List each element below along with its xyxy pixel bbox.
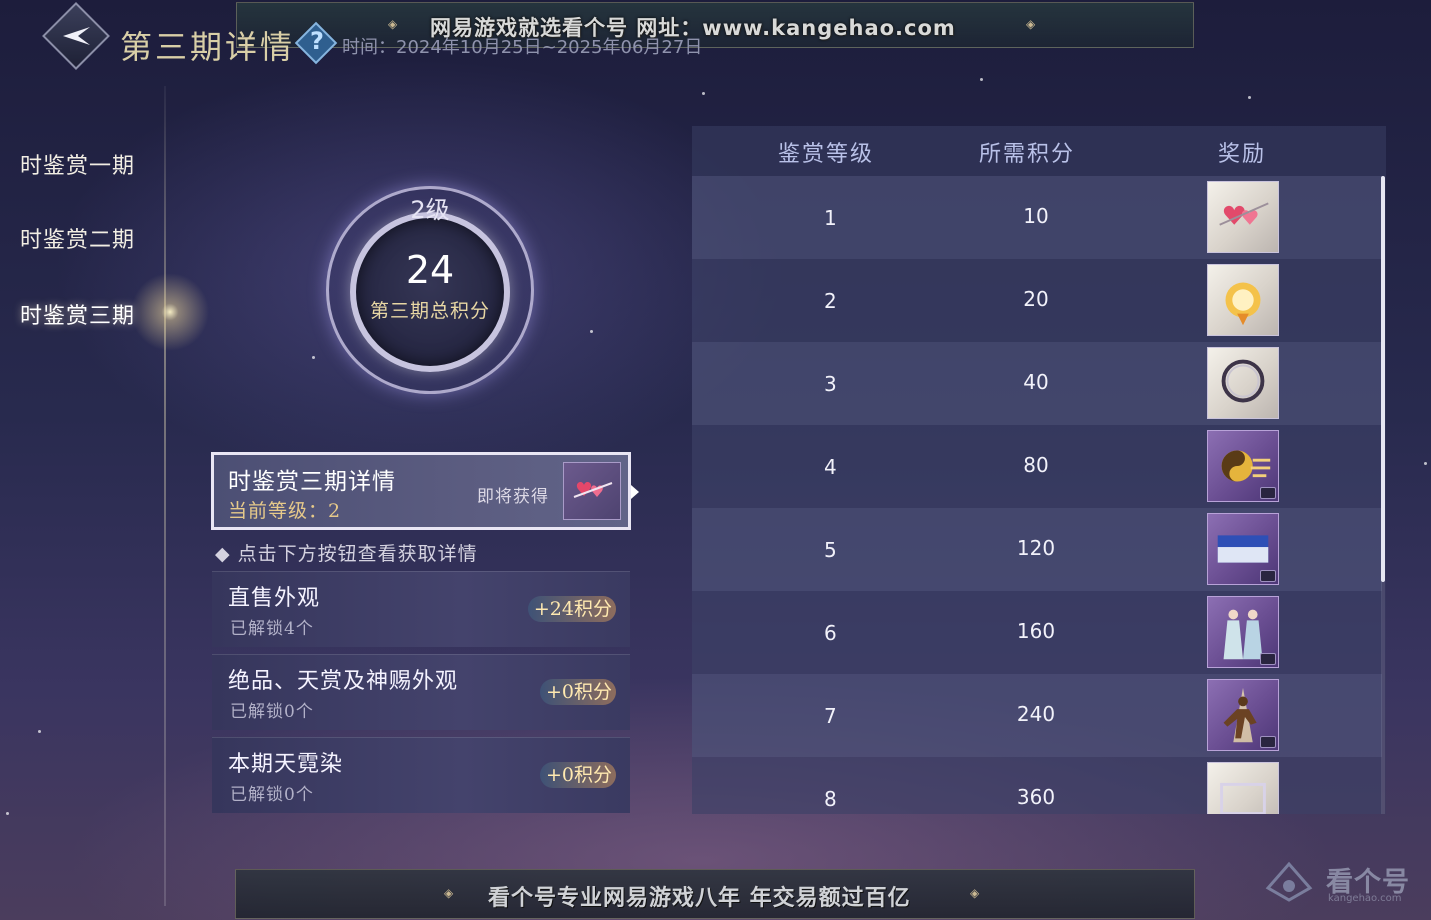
ring-frame-icon bbox=[1221, 359, 1265, 403]
title-badge-icon bbox=[1225, 282, 1261, 326]
lock-corner-icon bbox=[1260, 487, 1276, 499]
sidebar-item-period-1[interactable]: 时鉴赏一期 bbox=[20, 148, 135, 180]
appreciation-level: 2级 bbox=[410, 196, 450, 224]
period-time: 时间：2024年10月25日~2025年06月27日 bbox=[342, 37, 703, 58]
bottom-watermark-text: 看个号专业网易游戏八年 年交易额过百亿 bbox=[488, 886, 911, 911]
banner-ornament-left: ◈ bbox=[388, 17, 398, 31]
row-level: 8 bbox=[824, 787, 837, 811]
row-points: 240 bbox=[1016, 702, 1056, 726]
sidebar-item-period-2[interactable]: 时鉴赏二期 bbox=[20, 222, 135, 254]
total-score: 24 bbox=[405, 248, 455, 292]
reward-item[interactable] bbox=[1207, 347, 1279, 419]
source-points-badge: +0积分 bbox=[539, 679, 616, 705]
row-points: 10 bbox=[1023, 204, 1049, 228]
row-points: 40 bbox=[1023, 370, 1049, 394]
reward-item[interactable] bbox=[1207, 513, 1279, 585]
source-card-direct-sale[interactable]: 直售外观 已解锁4个 +24积分 bbox=[212, 571, 630, 647]
source-points-badge: +0积分 bbox=[539, 762, 616, 788]
card-arrow-icon bbox=[631, 485, 639, 499]
table-row: 2 20 bbox=[692, 259, 1382, 342]
lock-corner-icon bbox=[1260, 736, 1276, 748]
source-unlocked: 已解锁4个 bbox=[230, 619, 314, 639]
table-scrollbar-thumb[interactable] bbox=[1381, 176, 1385, 582]
source-card-premium[interactable]: 绝品、天赏及神赐外观 已解锁0个 +0积分 bbox=[212, 654, 630, 730]
page-title: 第三期详情 bbox=[120, 28, 296, 66]
row-points: 80 bbox=[1023, 453, 1049, 477]
table-row: 1 10 bbox=[692, 176, 1382, 259]
source-unlocked: 已解锁0个 bbox=[230, 702, 314, 722]
source-title: 直售外观 bbox=[228, 586, 321, 611]
source-card-dye[interactable]: 本期天霓染 已解锁0个 +0积分 bbox=[212, 737, 630, 813]
row-level: 6 bbox=[824, 621, 837, 645]
row-points: 360 bbox=[1016, 785, 1056, 809]
row-level: 4 bbox=[824, 455, 837, 479]
reward-item[interactable] bbox=[1207, 264, 1279, 336]
table-row: 5 120 bbox=[692, 508, 1382, 591]
source-title: 绝品、天赏及神赐外观 bbox=[228, 669, 459, 694]
watermark-logo-icon bbox=[1265, 861, 1313, 902]
heart-arrow-icon bbox=[1219, 202, 1269, 226]
row-level: 1 bbox=[824, 206, 837, 230]
watermark-logo-sub: kangehao.com bbox=[1328, 893, 1402, 904]
frame-icon bbox=[1220, 782, 1266, 814]
row-level: 2 bbox=[824, 289, 837, 313]
reward-item[interactable] bbox=[1207, 181, 1279, 253]
table-row: 3 40 bbox=[692, 342, 1382, 425]
banner-ornament-right: ◈ bbox=[1026, 17, 1036, 31]
banner-ornament-left: ◈ bbox=[444, 886, 454, 900]
reward-item[interactable] bbox=[1207, 596, 1279, 668]
hint-text: ◆ 点击下方按钮查看获取详情 bbox=[215, 543, 478, 565]
upcoming-label: 即将获得 bbox=[477, 487, 549, 507]
detail-title: 时鉴赏三期详情 bbox=[228, 469, 396, 495]
reward-item[interactable] bbox=[1207, 430, 1279, 502]
reward-item[interactable] bbox=[1207, 762, 1279, 814]
row-level: 5 bbox=[824, 538, 837, 562]
reward-item[interactable] bbox=[1207, 679, 1279, 751]
upcoming-reward-icon[interactable] bbox=[563, 462, 621, 520]
help-question-mark[interactable]: ? bbox=[308, 27, 326, 55]
table-row: 4 80 bbox=[692, 425, 1382, 508]
row-points: 20 bbox=[1023, 287, 1049, 311]
row-points: 160 bbox=[1016, 619, 1056, 643]
lock-corner-icon bbox=[1260, 570, 1276, 582]
current-level: 当前等级：2 bbox=[228, 500, 342, 522]
source-points-badge: +24积分 bbox=[527, 596, 616, 622]
header-reward: 奖励 bbox=[1218, 142, 1267, 167]
table-row: 6 160 bbox=[692, 591, 1382, 674]
lock-corner-icon bbox=[1260, 653, 1276, 665]
header-points: 所需积分 bbox=[979, 142, 1076, 167]
row-points: 120 bbox=[1016, 536, 1056, 560]
row-level: 7 bbox=[824, 704, 837, 728]
sidebar-divider bbox=[164, 86, 166, 906]
heart-arrow-icon bbox=[573, 482, 613, 498]
banner-ornament-right: ◈ bbox=[970, 886, 980, 900]
total-score-label: 第三期总积分 bbox=[369, 300, 490, 322]
source-title: 本期天霓染 bbox=[228, 752, 344, 777]
table-row: 7 240 bbox=[692, 674, 1382, 757]
back-arrow-icon[interactable] bbox=[60, 22, 94, 50]
source-unlocked: 已解锁0个 bbox=[230, 785, 314, 805]
table-row: 8 360 bbox=[692, 757, 1382, 814]
sidebar-item-period-3[interactable]: 时鉴赏三期 bbox=[20, 298, 135, 330]
header-level: 鉴赏等级 bbox=[778, 142, 875, 167]
score-ring-inner bbox=[350, 212, 510, 372]
row-level: 3 bbox=[824, 372, 837, 396]
table-scrollbar-track[interactable] bbox=[1381, 582, 1385, 814]
